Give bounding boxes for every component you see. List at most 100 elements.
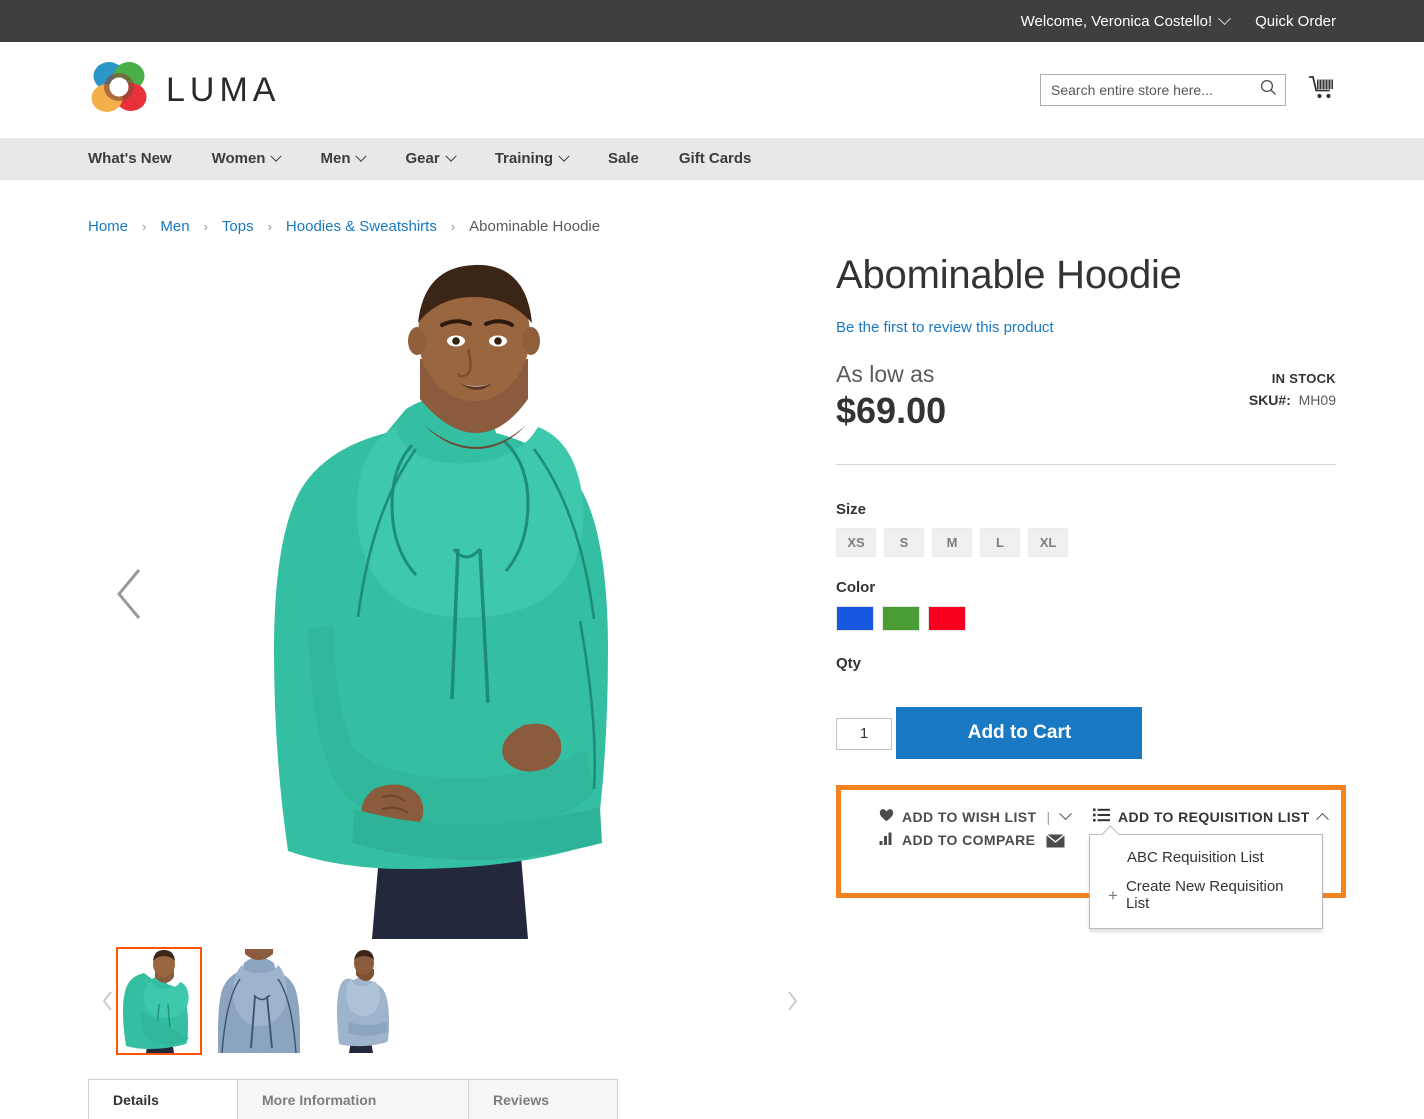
- tab-reviews[interactable]: Reviews: [468, 1079, 618, 1119]
- product-image-main: [168, 249, 728, 939]
- nav-item-gift-cards[interactable]: Gift Cards: [679, 150, 774, 167]
- top-panel: Welcome, Veronica Costello! Quick Order: [0, 0, 1424, 42]
- logo[interactable]: LUMA: [88, 59, 280, 122]
- envelope-icon[interactable]: [1046, 833, 1065, 851]
- nav-label: Sale: [608, 150, 639, 167]
- gallery-stage[interactable]: [88, 249, 808, 939]
- gallery-next-button[interactable]: [806, 566, 808, 622]
- search-icon[interactable]: [1260, 79, 1277, 101]
- size-label: Size: [836, 501, 867, 518]
- price-row: As low as $69.00 IN STOCK SKU#: MH09: [836, 361, 1336, 432]
- compare-label: ADD TO COMPARE: [902, 832, 1036, 848]
- sku-row: SKU#: MH09: [1249, 392, 1336, 408]
- size-swatch-s[interactable]: S: [884, 528, 924, 557]
- nav-item-whats-new[interactable]: What's New: [88, 150, 194, 167]
- sku-label: SKU#:: [1248, 392, 1291, 408]
- breadcrumb-separator-icon: ›: [203, 219, 208, 234]
- plus-icon: +: [1108, 885, 1118, 905]
- quick-order-link[interactable]: Quick Order: [1255, 13, 1336, 30]
- thumbnails-next-button[interactable]: [786, 990, 800, 1012]
- size-swatch-xl[interactable]: XL: [1028, 528, 1068, 557]
- thumbnail-front-green-hoodie[interactable]: [116, 947, 202, 1055]
- requisition-trigger-label: ADD TO REQUISITION LIST: [1118, 808, 1310, 825]
- breadcrumb-item-tops[interactable]: Tops: [222, 218, 254, 235]
- nav-item-sale[interactable]: Sale: [608, 150, 661, 167]
- luma-flower-logo: [88, 59, 150, 122]
- chevron-down-icon: [270, 150, 283, 162]
- heart-icon: [879, 808, 894, 825]
- product-price: $69.00: [836, 390, 947, 431]
- nav-label: Training: [494, 150, 554, 167]
- status-badge: IN STOCK: [1271, 371, 1336, 386]
- chevron-down-icon: [355, 150, 368, 162]
- qty-label: Qty: [836, 655, 862, 672]
- divider: [836, 464, 1336, 465]
- color-swatch-red[interactable]: [928, 606, 966, 631]
- requisition-list-dropdown: ABC Requisition List + Create New Requis…: [1089, 834, 1323, 929]
- main-navigation: What's New Women Men Gear Training Sale …: [0, 138, 1424, 180]
- thumbnail-back-grey-hoodie[interactable]: [316, 947, 402, 1055]
- page-title: Abominable Hoodie: [836, 253, 1182, 297]
- color-swatch-green[interactable]: [882, 606, 920, 631]
- requisition-item-label: Create New Requisition List: [1125, 878, 1284, 912]
- sku-value: MH09: [1298, 392, 1336, 408]
- breadcrumb-separator-icon: ›: [142, 219, 147, 234]
- chevron-down-icon[interactable]: [1058, 807, 1072, 821]
- size-swatch-m[interactable]: M: [932, 528, 972, 557]
- nav-item-women[interactable]: Women: [212, 150, 303, 167]
- size-swatch-xs[interactable]: XS: [836, 528, 876, 557]
- color-swatches: [836, 606, 1336, 631]
- search-box[interactable]: [1040, 74, 1286, 106]
- add-to-wish-list-link[interactable]: ADD TO WISH LIST |: [879, 807, 1087, 825]
- review-link[interactable]: Be the first to review this product: [836, 319, 1054, 336]
- nav-label: What's New: [88, 150, 172, 167]
- chevron-down-icon: [558, 150, 570, 162]
- add-to-requisition-list-button[interactable]: ADD TO REQUISITION LIST: [1046, 808, 1329, 848]
- bar-chart-icon: [879, 832, 894, 848]
- product-main: Abominable Hoodie Be the first to review…: [0, 235, 1424, 1055]
- color-swatch-blue[interactable]: [836, 606, 874, 631]
- logo-text: LUMA: [166, 70, 281, 109]
- stock-block: IN STOCK SKU#: MH09: [1249, 361, 1336, 408]
- breadcrumb-item-men[interactable]: Men: [160, 218, 189, 235]
- breadcrumb-item-current: Abominable Hoodie: [469, 218, 601, 235]
- color-label: Color: [836, 579, 876, 596]
- thumbnails-prev-button[interactable]: [102, 990, 116, 1012]
- breadcrumb-separator-icon: ›: [450, 219, 456, 234]
- nav-label: Gear: [405, 150, 440, 167]
- search-input[interactable]: [1051, 82, 1260, 98]
- add-to-cart-button[interactable]: Add to Cart: [896, 707, 1143, 759]
- chevron-down-icon: [445, 150, 457, 162]
- breadcrumb-item-home[interactable]: Home: [88, 218, 128, 235]
- size-swatch-l[interactable]: L: [980, 528, 1020, 557]
- product-gallery: [88, 249, 808, 1055]
- chevron-up-icon: [1315, 812, 1329, 826]
- tab-details[interactable]: Details: [88, 1079, 238, 1119]
- size-swatches: XS S M L XL: [836, 528, 1336, 557]
- quantity-stepper[interactable]: [836, 717, 892, 750]
- tab-more-information[interactable]: More Information: [237, 1079, 469, 1119]
- wish-list-label: ADD TO WISH LIST: [902, 808, 1037, 825]
- product-tabs: Details More Information Reviews: [88, 1079, 1336, 1119]
- breadcrumb-separator-icon: ›: [267, 219, 272, 234]
- shopping-cart-icon[interactable]: [1308, 75, 1336, 106]
- chevron-down-icon[interactable]: [1218, 11, 1232, 25]
- nav-label: Men: [320, 150, 351, 167]
- requisition-list-item-abc[interactable]: ABC Requisition List: [1090, 843, 1322, 872]
- product-info: Abominable Hoodie Be the first to review…: [836, 249, 1346, 1055]
- nav-item-men[interactable]: Men: [320, 150, 387, 167]
- breadcrumb: Home › Men › Tops › Hoodies & Sweatshirt…: [0, 180, 1424, 235]
- welcome-message: Welcome, Veronica Costello!: [1020, 12, 1213, 30]
- nav-item-gear[interactable]: Gear: [405, 150, 476, 167]
- as-low-as-label: As low as: [836, 361, 935, 387]
- header-actions: [1040, 74, 1336, 106]
- nav-label: Gift Cards: [678, 150, 752, 167]
- account-menu[interactable]: Welcome, Veronica Costello!: [1020, 11, 1232, 30]
- breadcrumb-item-hoodies-sweatshirts[interactable]: Hoodies & Sweatshirts: [286, 218, 437, 235]
- gallery-thumbnails: [88, 947, 808, 1055]
- gallery-prev-button[interactable]: [110, 566, 150, 622]
- thumbnail-detail-grey-hoodie[interactable]: [216, 947, 302, 1055]
- create-new-requisition-list-item[interactable]: + Create New Requisition List: [1090, 872, 1322, 918]
- nav-label: Women: [211, 150, 266, 167]
- nav-item-training[interactable]: Training: [495, 150, 590, 167]
